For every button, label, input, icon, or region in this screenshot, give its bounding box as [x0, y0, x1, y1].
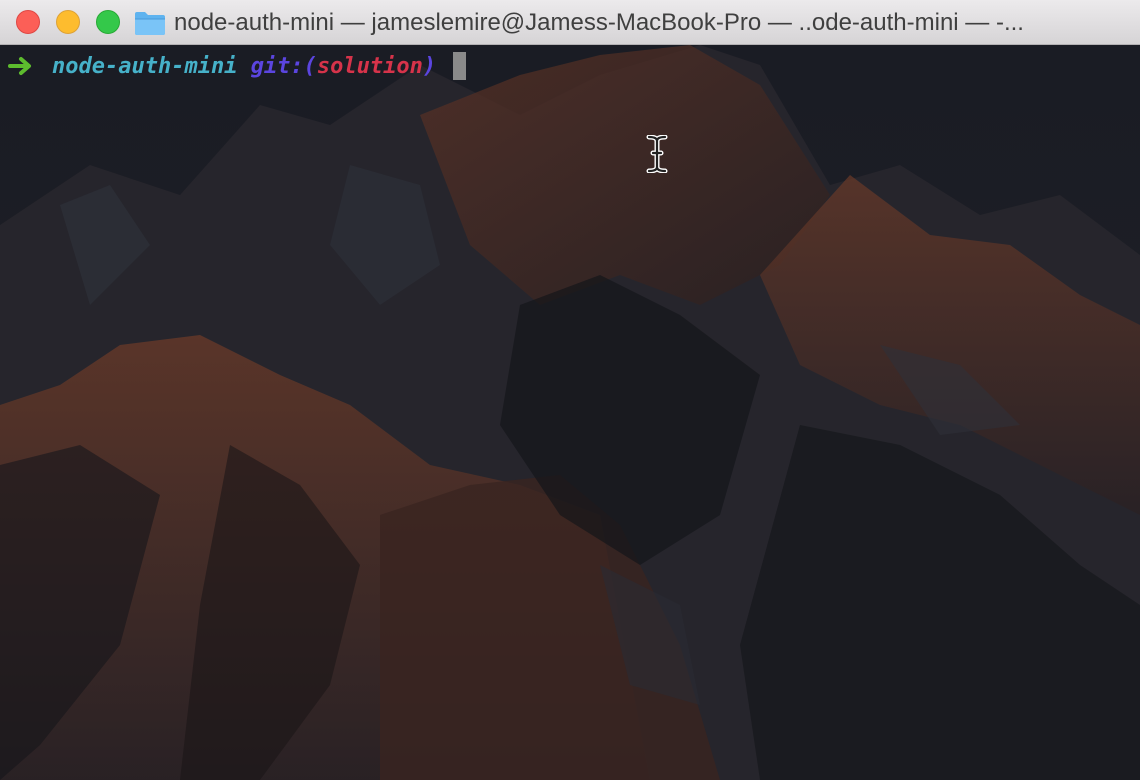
window-title-group: node-auth-mini — jameslemire@Jamess-MacB… [134, 0, 1124, 45]
mountain-wallpaper [0, 45, 1140, 780]
text-cursor [453, 52, 467, 80]
zoom-button[interactable] [96, 10, 120, 34]
title-bar[interactable]: node-auth-mini — jameslemire@Jamess-MacB… [0, 0, 1140, 45]
current-directory: node-auth-mini [52, 53, 238, 79]
ibeam-cursor-icon [646, 135, 668, 173]
close-button[interactable] [16, 10, 40, 34]
terminal-window: node-auth-mini — jameslemire@Jamess-MacB… [0, 0, 1140, 780]
folder-icon [135, 11, 165, 35]
git-label: git: [250, 53, 304, 79]
shell-prompt: node-auth-mini git: ( solution ) [8, 51, 467, 81]
minimize-button[interactable] [56, 10, 80, 34]
right-arrow-icon [8, 57, 31, 75]
window-title: node-auth-mini — jameslemire@Jamess-MacB… [174, 8, 1024, 36]
git-branch: solution [316, 53, 423, 79]
open-paren: ( [303, 53, 317, 79]
close-paren: ) [422, 53, 437, 79]
terminal-content[interactable]: node-auth-mini git: ( solution ) [0, 45, 1140, 780]
